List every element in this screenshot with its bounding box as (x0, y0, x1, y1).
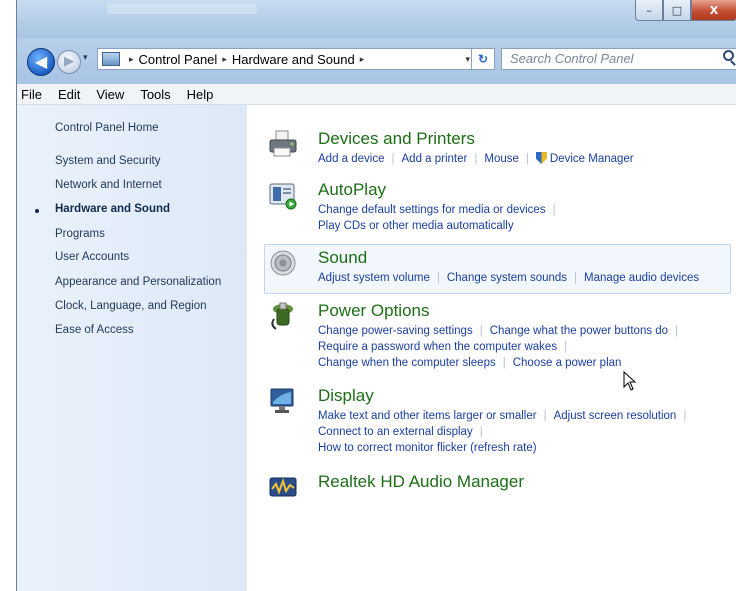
link-adjust-resolution[interactable]: Adjust screen resolution (554, 410, 677, 422)
current-item-bullet-icon (35, 209, 39, 213)
search-placeholder: Search Control Panel (510, 51, 634, 66)
sidebar-item-hardware-and-sound[interactable]: Hardware and Sound (26, 203, 170, 215)
monitor-icon[interactable] (268, 386, 298, 416)
category-links: Make text and other items larger or smal… (318, 408, 693, 456)
forward-button[interactable]: ▶ (57, 50, 81, 74)
category-title[interactable]: Sound (318, 248, 367, 268)
sidebar-item-label: Hardware and Sound (55, 203, 171, 215)
sidebar-item-network-and-internet[interactable]: Network and Internet (55, 179, 162, 191)
sidebar: Control Panel Home System and Security N… (17, 105, 247, 591)
breadcrumb-separator-icon[interactable]: ▸ (222, 54, 227, 65)
link-separator: | (391, 153, 395, 165)
link-manage-audio-devices[interactable]: Manage audio devices (584, 272, 699, 284)
control-panel-icon (102, 52, 120, 66)
breadcrumb-separator-icon[interactable]: ▸ (360, 54, 365, 65)
link-adjust-system-volume[interactable]: Adjust system volume (318, 272, 430, 284)
link-computer-sleeps[interactable]: Change when the computer sleeps (318, 357, 496, 369)
category-title[interactable]: Devices and Printers (318, 129, 475, 149)
recent-pages-dropdown[interactable]: ▾ (83, 53, 88, 63)
category-title[interactable]: AutoPlay (318, 180, 386, 200)
search-input[interactable]: Search Control Panel (501, 48, 736, 70)
sidebar-item-appearance-and-personalization[interactable]: Appearance and Personalization (55, 276, 221, 288)
category-links: Add a device | Add a printer | Mouse | Device … (318, 151, 634, 167)
menu-view[interactable]: View (88, 87, 132, 102)
category-title[interactable]: Power Options (318, 301, 430, 321)
category-links: Change default settings for media or dev… (318, 202, 563, 234)
link-change-power-saving[interactable]: Change power-saving settings (318, 325, 473, 337)
title-bar[interactable]: – □ X (17, 0, 736, 38)
minimize-button[interactable]: – (635, 0, 663, 21)
link-separator: | (552, 204, 556, 216)
window-controls: – □ X (635, 0, 736, 22)
link-require-password[interactable]: Require a password when the computer wak… (318, 341, 557, 353)
menu-edit[interactable]: Edit (50, 87, 88, 102)
link-separator: | (564, 341, 568, 353)
control-panel-window: – □ X ◀ ▶ ▾ ▸ Control Panel ▸ Hardware a… (16, 0, 736, 591)
title-bar-glare (107, 4, 257, 14)
sidebar-item-user-accounts[interactable]: User Accounts (55, 251, 129, 263)
breadcrumb-separator-icon[interactable]: ▸ (129, 54, 134, 65)
category-links: Adjust system volume | Change system sound… (318, 270, 699, 286)
link-choose-power-plan[interactable]: Choose a power plan (513, 357, 622, 369)
sidebar-item-system-and-security[interactable]: System and Security (55, 155, 160, 167)
menu-file[interactable]: File (17, 87, 50, 102)
link-change-system-sounds[interactable]: Change system sounds (447, 272, 567, 284)
link-separator: | (436, 272, 440, 284)
link-separator: | (479, 426, 483, 438)
maximize-button[interactable]: □ (663, 0, 691, 21)
menu-bar: File Edit View Tools Help (17, 84, 736, 105)
mouse-cursor-icon (623, 371, 637, 391)
link-add-device[interactable]: Add a device (318, 153, 385, 165)
navigation-bar: ◀ ▶ ▾ ▸ Control Panel ▸ Hardware and Sou… (17, 38, 736, 84)
power-options-icon[interactable] (268, 301, 298, 331)
link-play-cds[interactable]: Play CDs or other media automatically (318, 220, 514, 232)
link-add-printer[interactable]: Add a printer (402, 153, 468, 165)
address-bar[interactable]: ▸ Control Panel ▸ Hardware and Sound ▸ ▾… (97, 48, 495, 70)
menu-tools[interactable]: Tools (132, 87, 178, 102)
sidebar-item-ease-of-access[interactable]: Ease of Access (55, 324, 134, 336)
autoplay-icon[interactable] (268, 180, 298, 210)
breadcrumb-control-panel[interactable]: Control Panel (139, 52, 218, 67)
menu-help[interactable]: Help (179, 87, 222, 102)
sidebar-item-clock-language-region[interactable]: Clock, Language, and Region (55, 300, 207, 312)
link-change-default-settings[interactable]: Change default settings for media or dev… (318, 204, 546, 216)
category-title[interactable]: Display (318, 386, 374, 406)
link-device-manager[interactable]: Device Manager (550, 153, 634, 165)
search-icon[interactable] (723, 50, 734, 61)
link-separator: | (474, 153, 478, 165)
uac-shield-icon (535, 152, 547, 164)
link-monitor-flicker[interactable]: How to correct monitor flicker (refresh … (318, 442, 537, 454)
main-content: Devices and Printers Add a device | Add a … (248, 105, 736, 591)
close-button[interactable]: X (691, 0, 736, 21)
link-connect-external-display[interactable]: Connect to an external display (318, 426, 473, 438)
link-separator: | (683, 410, 687, 422)
printer-icon[interactable] (268, 129, 298, 159)
link-separator: | (479, 325, 483, 337)
link-separator: | (574, 272, 578, 284)
link-separator: | (675, 325, 679, 337)
link-separator: | (502, 357, 506, 369)
address-dropdown-icon[interactable]: ▾ (465, 54, 470, 65)
refresh-button[interactable]: ↻ (471, 49, 494, 69)
category-links: Change power-saving settings | Change what… (318, 323, 685, 371)
audio-manager-icon[interactable] (268, 472, 298, 502)
speaker-icon[interactable] (268, 248, 298, 278)
link-separator: | (543, 410, 547, 422)
sidebar-item-programs[interactable]: Programs (55, 228, 105, 240)
link-separator: | (525, 153, 529, 165)
category-title[interactable]: Realtek HD Audio Manager (318, 472, 524, 492)
link-mouse[interactable]: Mouse (484, 153, 519, 165)
back-button[interactable]: ◀ (27, 48, 55, 76)
link-power-buttons[interactable]: Change what the power buttons do (490, 325, 668, 337)
breadcrumb-hardware-and-sound[interactable]: Hardware and Sound (232, 52, 355, 67)
sidebar-item-control-panel-home[interactable]: Control Panel Home (55, 122, 159, 134)
link-make-text-larger[interactable]: Make text and other items larger or smal… (318, 410, 537, 422)
